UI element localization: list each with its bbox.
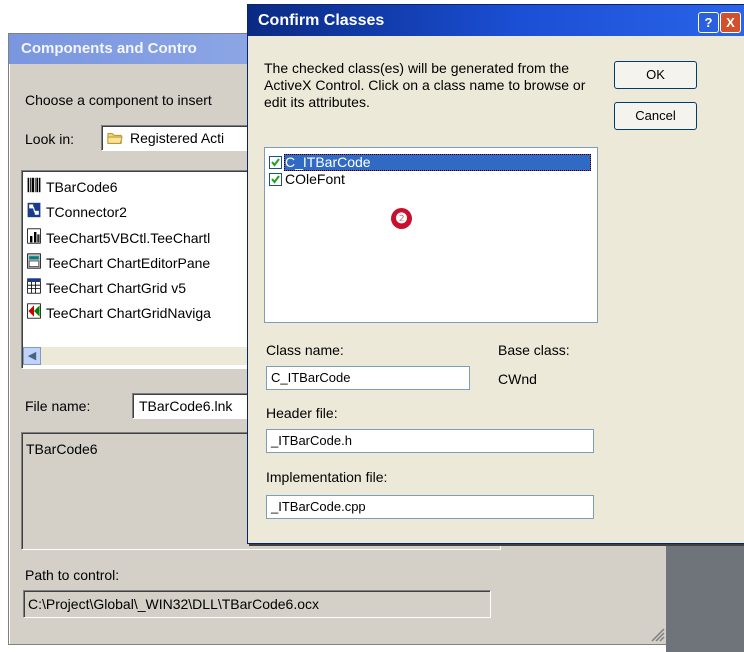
impl-file-input[interactable]: _ITBarCode.cpp: [266, 495, 594, 519]
path-field[interactable]: C:\Project\Global\_WIN32\DLL\TBarCode6.o…: [23, 590, 491, 618]
editor-icon: [27, 253, 41, 269]
file-name-field[interactable]: TBarCode6.lnk: [132, 393, 253, 419]
look-in-label: Look in:: [25, 131, 75, 147]
connector-icon: [27, 202, 41, 218]
impl-file-value: _ITBarCode.cpp: [271, 499, 366, 514]
barcode-icon: [27, 177, 41, 193]
resize-grip-icon[interactable]: [649, 626, 665, 642]
path-label: Path to control:: [25, 567, 120, 583]
class-name-label: Class name:: [266, 342, 344, 358]
grid-icon: [27, 278, 41, 294]
confirm-classes-title: Confirm Classes: [258, 12, 385, 29]
description-text: TBarCode6: [26, 441, 98, 457]
class-name-value: C_ITBarCode: [271, 370, 351, 385]
confirm-classes-titlebar[interactable]: Confirm Classes ? X: [248, 5, 744, 36]
class-checkbox[interactable]: [269, 173, 282, 186]
header-file-label: Header file:: [266, 405, 338, 421]
look-in-value: Registered Acti: [130, 130, 225, 146]
checkmark-icon: [271, 175, 280, 184]
components-dialog-title: Components and Contro: [21, 40, 197, 57]
class-item-label: C_ITBarCode: [285, 154, 371, 170]
cancel-button[interactable]: Cancel: [614, 102, 697, 130]
class-item-label: COleFont: [285, 171, 345, 187]
impl-file-label: Implementation file:: [266, 469, 388, 485]
close-button[interactable]: X: [720, 12, 741, 33]
file-name-label: File name:: [25, 398, 91, 414]
file-name-value: TBarCode6.lnk: [139, 398, 233, 414]
checkmark-icon: [271, 158, 280, 167]
horizontal-scrollbar[interactable]: ◀: [23, 347, 261, 365]
component-list[interactable]: TBarCode6 TConnector2 TeeChart5VBCtl.Tee…: [21, 170, 263, 369]
instruction-text: Choose a component to insert: [25, 92, 212, 108]
header-file-value: _ITBarCode.h: [271, 433, 352, 448]
scroll-left-icon[interactable]: ◀: [23, 347, 41, 365]
list-item-label: TeeChart5VBCtl.TeeChartl: [46, 230, 211, 246]
class-checklist[interactable]: C_ITBarCode COleFont ❷: [264, 147, 598, 323]
list-item-label: TBarCode6: [46, 179, 118, 195]
base-class-value: CWnd: [498, 371, 537, 387]
dialog-description: The checked class(es) will be generated …: [264, 60, 586, 110]
base-class-label: Base class:: [498, 342, 570, 358]
list-item-label: TConnector2: [46, 204, 127, 220]
chart-icon: [27, 228, 41, 244]
help-button[interactable]: ?: [698, 12, 719, 33]
header-file-input[interactable]: _ITBarCode.h: [266, 429, 594, 453]
class-checkbox[interactable]: [269, 156, 282, 169]
class-list-item[interactable]: COleFont: [267, 171, 593, 188]
callout-marker: ❷: [391, 208, 412, 229]
confirm-classes-dialog: Confirm Classes ? X The checked class(es…: [247, 4, 744, 544]
grid-nav-icon: [27, 303, 41, 319]
folder-icon: [107, 133, 123, 144]
list-item-label: TeeChart ChartGridNaviga: [46, 305, 211, 321]
look-in-dropdown[interactable]: Registered Acti: [101, 125, 253, 151]
list-item-label: TeeChart ChartEditorPane: [46, 255, 211, 271]
list-item-label: TeeChart ChartGrid v5: [46, 280, 187, 296]
path-value: C:\Project\Global\_WIN32\DLL\TBarCode6.o…: [28, 596, 320, 612]
ok-button[interactable]: OK: [614, 61, 697, 89]
class-name-input[interactable]: C_ITBarCode: [266, 366, 470, 390]
class-list-item[interactable]: C_ITBarCode: [267, 154, 593, 171]
